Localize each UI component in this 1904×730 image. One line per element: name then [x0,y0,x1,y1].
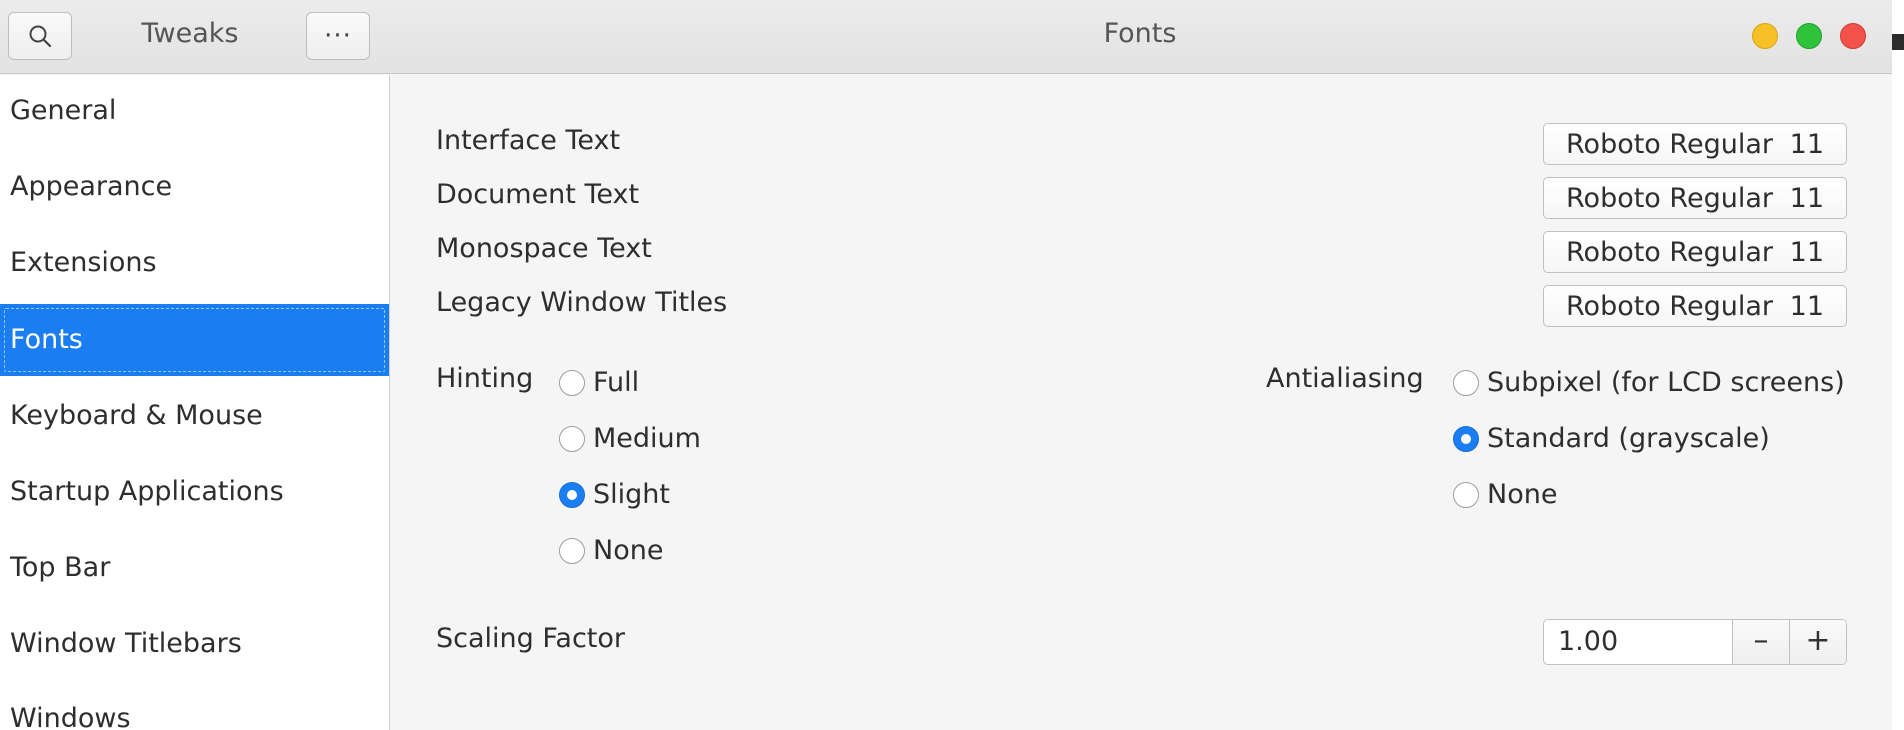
antialiasing-option-subpixel[interactable]: Subpixel (for LCD screens) [1453,367,1845,398]
sidebar-item-window-titlebars[interactable]: Window Titlebars [0,608,389,680]
monospace-text-font-button[interactable]: Roboto Regular 11 [1543,231,1847,273]
fonts-panel: Interface Text Roboto Regular 11 Documen… [391,75,1892,730]
radio-label: Standard (grayscale) [1487,423,1770,454]
page-title: Fonts [1103,18,1177,49]
radio-button-selected[interactable] [1453,425,1479,452]
search-icon [29,25,52,48]
sidebar-item-appearance[interactable]: Appearance [0,151,389,223]
font-size: 11 [1789,290,1824,322]
more-icon: ··· [324,21,352,51]
radio-button[interactable] [559,537,585,564]
antialiasing-label: Antialiasing [1266,363,1424,394]
decrement-button[interactable]: – [1732,620,1789,664]
radio-label: None [1487,479,1558,510]
header-bar: Tweaks ··· Fonts [0,0,1892,74]
hinting-label: Hinting [436,363,534,394]
radio-label: Medium [593,423,701,454]
document-text-font-button[interactable]: Roboto Regular 11 [1543,177,1847,219]
sidebar-item-keyboard-mouse[interactable]: Keyboard & Mouse [0,380,389,452]
sidebar-item-top-bar[interactable]: Top Bar [0,532,389,604]
desktop-edge [1892,0,1904,730]
legacy-window-titles-label: Legacy Window Titles [436,287,728,318]
radio-label: Subpixel (for LCD screens) [1487,367,1845,398]
radio-button-selected[interactable] [559,481,585,508]
antialiasing-option-none[interactable]: None [1453,479,1557,510]
scaling-factor-input[interactable]: 1.00 [1544,620,1732,664]
increment-button[interactable]: + [1789,620,1846,664]
radio-button[interactable] [1453,481,1479,508]
font-name: Roboto Regular [1566,290,1773,322]
radio-button[interactable] [559,425,585,452]
sidebar-item-startup-applications[interactable]: Startup Applications [0,456,389,528]
app-title: Tweaks [141,18,239,49]
search-button[interactable] [8,12,72,60]
hinting-option-none[interactable]: None [559,535,663,566]
sidebar-item-extensions[interactable]: Extensions [0,227,389,299]
interface-text-font-button[interactable]: Roboto Regular 11 [1543,123,1847,165]
maximize-button[interactable] [1796,23,1822,49]
sidebar: General Appearance Extensions Fonts Keyb… [0,75,390,730]
radio-button[interactable] [1453,369,1479,396]
scaling-factor-spinbutton[interactable]: 1.00 – + [1543,619,1847,665]
font-name: Roboto Regular [1566,128,1773,160]
monospace-text-label: Monospace Text [436,233,652,264]
font-size: 11 [1789,182,1824,214]
close-button[interactable] [1840,23,1866,49]
font-name: Roboto Regular [1566,182,1773,214]
hinting-option-slight[interactable]: Slight [559,479,670,510]
sidebar-item-general[interactable]: General [0,75,389,147]
font-size: 11 [1789,236,1824,268]
radio-label: Full [593,367,640,398]
sidebar-item-fonts[interactable]: Fonts [0,304,389,376]
interface-text-label: Interface Text [436,125,621,156]
radio-label: Slight [593,479,670,510]
background-window-edge [1892,34,1904,50]
document-text-label: Document Text [436,179,640,210]
radio-button[interactable] [559,369,585,396]
radio-label: None [593,535,664,566]
hinting-option-full[interactable]: Full [559,367,639,398]
font-size: 11 [1789,128,1824,160]
legacy-window-titles-font-button[interactable]: Roboto Regular 11 [1543,285,1847,327]
minimize-button[interactable] [1752,23,1778,49]
scaling-factor-label: Scaling Factor [436,623,626,654]
hinting-option-medium[interactable]: Medium [559,423,701,454]
font-name: Roboto Regular [1566,236,1773,268]
tweaks-window: Tweaks ··· Fonts General Appearance Exte… [0,0,1892,730]
antialiasing-option-standard[interactable]: Standard (grayscale) [1453,423,1770,454]
sidebar-item-windows[interactable]: Windows [0,683,389,730]
menu-button[interactable]: ··· [306,12,370,60]
